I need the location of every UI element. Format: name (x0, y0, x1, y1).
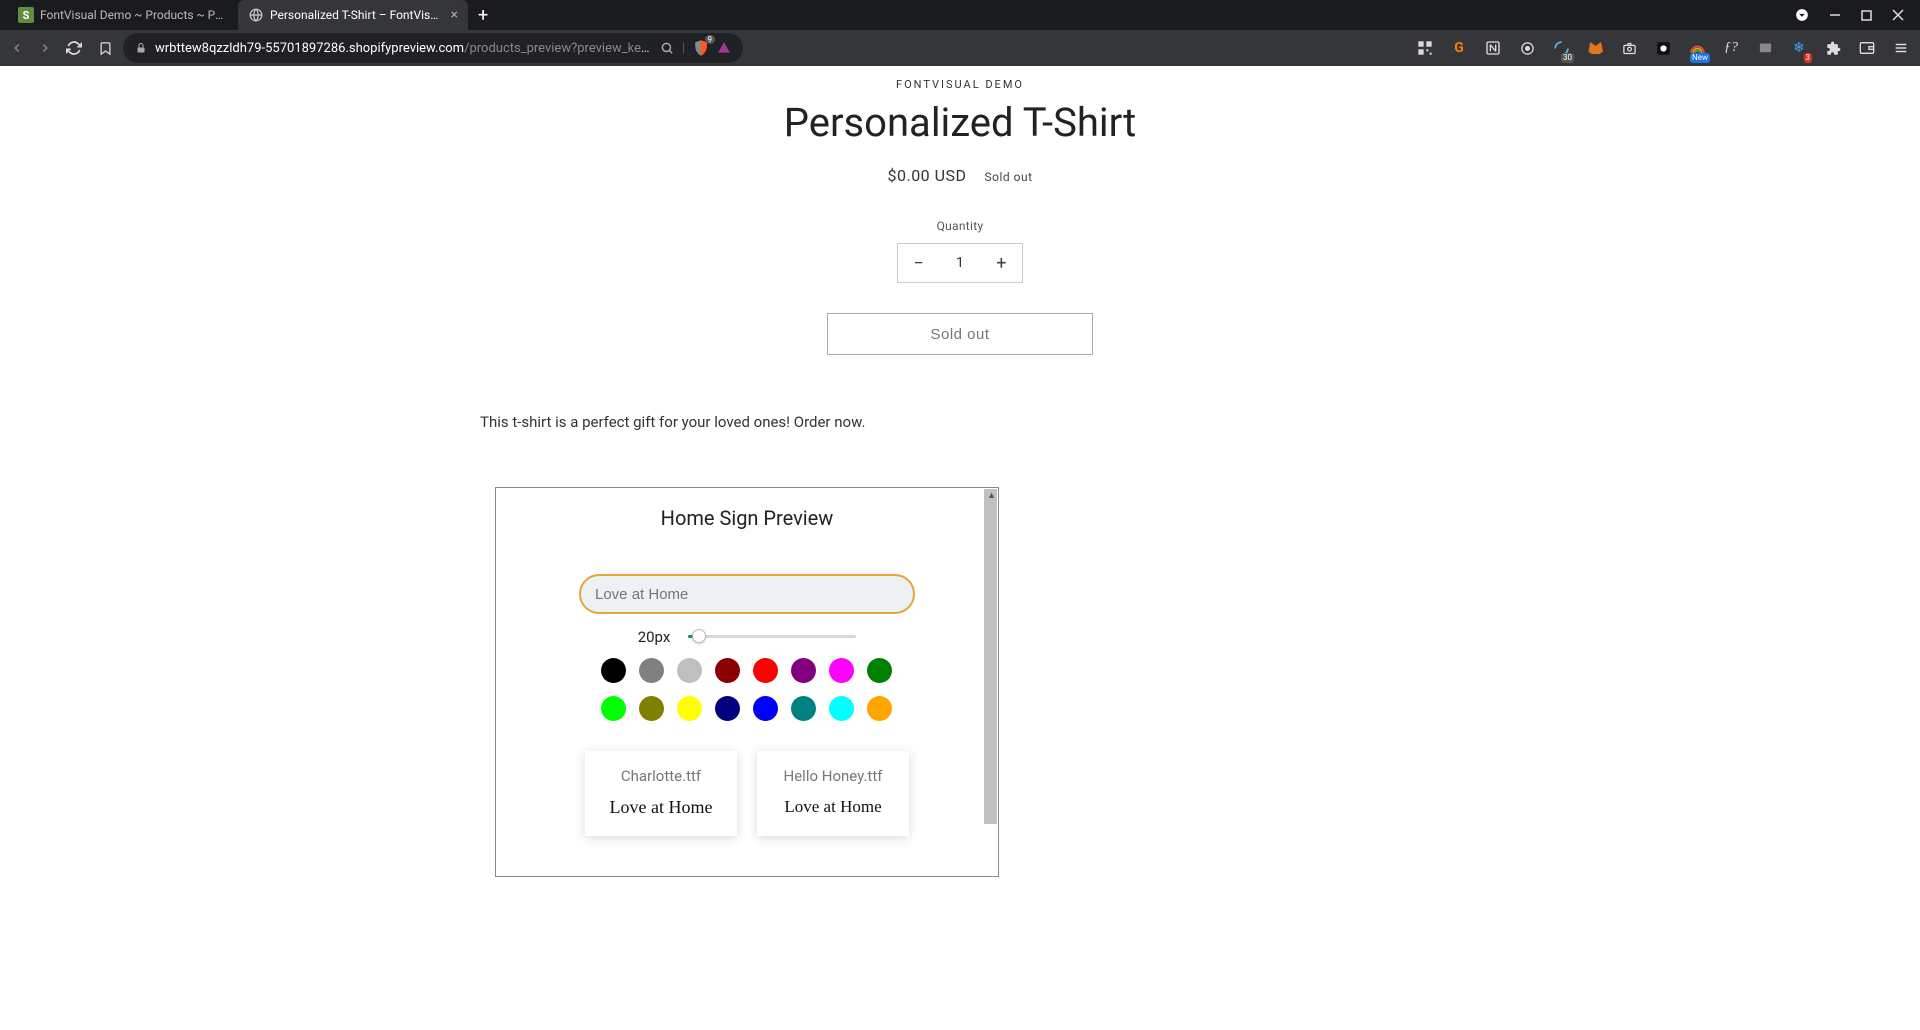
color-swatch[interactable] (715, 696, 740, 721)
size-row: 20px (496, 628, 998, 646)
color-swatch[interactable] (639, 658, 664, 683)
sold-out-tag: Sold out (984, 170, 1032, 184)
color-swatch[interactable] (677, 696, 702, 721)
extensions-icon[interactable] (1824, 39, 1842, 57)
url-text: wrbttew8qzzldh79-55701897286.shopifyprev… (155, 41, 652, 56)
ext-circle-icon[interactable] (1518, 39, 1536, 57)
color-swatch[interactable] (677, 658, 702, 683)
nav-buttons (10, 40, 82, 56)
font-name: Charlotte.ttf (595, 767, 727, 785)
slider-thumb[interactable] (692, 629, 706, 643)
font-card[interactable]: Charlotte.ttf Love at Home (585, 751, 737, 836)
ext-notion-icon[interactable] (1484, 39, 1502, 57)
url-host: wrbttew8qzzldh79-55701897286.shopifyprev… (155, 41, 464, 56)
font-sample: Love at Home (595, 797, 727, 818)
preview-widget: ▲ Home Sign Preview 20px Charlotte.ttf Lo… (495, 487, 999, 877)
sold-out-button[interactable]: Sold out (827, 313, 1093, 355)
browser-chrome: S FontVisual Demo ~ Products ~ Person Pe… (0, 0, 1920, 66)
color-swatch[interactable] (867, 696, 892, 721)
forward-icon[interactable] (38, 41, 52, 55)
window-controls (1795, 8, 1920, 22)
ext-chat-icon[interactable] (1756, 39, 1774, 57)
ext-alert-badge: 3 (1804, 53, 1813, 63)
size-slider[interactable] (688, 635, 856, 639)
qty-value: 1 (939, 255, 980, 271)
maximize-icon[interactable] (1861, 10, 1872, 21)
color-swatch[interactable] (601, 658, 626, 683)
price-row: $0.00 USD Sold out (0, 166, 1920, 185)
ext-metamask-icon[interactable] (1586, 39, 1604, 57)
qty-decrease-button[interactable]: − (898, 253, 939, 274)
color-swatches (597, 658, 897, 721)
color-swatch[interactable] (753, 658, 778, 683)
tab-bar: S FontVisual Demo ~ Products ~ Person Pe… (0, 0, 1920, 30)
color-swatch[interactable] (753, 696, 778, 721)
ext-camera-icon[interactable] (1620, 39, 1638, 57)
minimize-icon[interactable] (1829, 9, 1841, 21)
size-label: 20px (638, 628, 671, 646)
close-tab-icon[interactable]: × (451, 7, 458, 23)
close-window-icon[interactable] (1892, 9, 1904, 21)
lock-icon (135, 42, 147, 54)
url-path: /products_preview?preview_key... (464, 41, 652, 56)
ext-calendar-badge: 30 (1561, 53, 1574, 63)
preview-title: Home Sign Preview (496, 506, 998, 530)
price: $0.00 USD (887, 166, 966, 185)
menu-icon[interactable] (1892, 39, 1910, 57)
page-viewport[interactable]: FONTVISUAL DEMO Personalized T-Shirt $0.… (0, 66, 1920, 1030)
ext-new-badge: New (1690, 53, 1710, 63)
slider-track (688, 635, 856, 638)
preview-scrollbar[interactable] (984, 489, 997, 824)
quantity-stepper: − 1 + (897, 243, 1023, 283)
extensions-row: G 30 New ƒ? ❄3 (1416, 39, 1910, 57)
font-name: Hello Honey.ttf (767, 767, 899, 785)
color-swatch[interactable] (829, 658, 854, 683)
color-swatch[interactable] (829, 696, 854, 721)
profile-icon[interactable] (1795, 8, 1809, 22)
ext-calendar-icon[interactable]: 30 (1552, 39, 1570, 57)
ext-rainbow-icon[interactable]: New (1688, 39, 1706, 57)
reload-icon[interactable] (66, 40, 82, 56)
shield-count: 9 (705, 35, 716, 44)
back-icon[interactable] (10, 41, 24, 55)
brave-shield-icon[interactable]: 9 (693, 39, 709, 57)
font-cards: Charlotte.ttfLove at HomeHello Honey.ttf… (496, 751, 998, 836)
color-swatch[interactable] (715, 658, 740, 683)
font-card[interactable]: Hello Honey.ttf Love at Home (757, 751, 909, 836)
product-title: Personalized T-Shirt (0, 99, 1920, 146)
product-description: This t-shirt is a perfect gift for your … (460, 413, 1460, 431)
color-swatch[interactable] (639, 696, 664, 721)
tab-title: Personalized T-Shirt – FontVisual (270, 8, 441, 22)
scroll-up-icon[interactable]: ▲ (987, 490, 996, 501)
color-swatch[interactable] (791, 696, 816, 721)
color-swatch[interactable] (791, 658, 816, 683)
tab-inactive[interactable]: S FontVisual Demo ~ Products ~ Person (8, 0, 238, 30)
color-swatch[interactable] (601, 696, 626, 721)
new-tab-button[interactable]: + (468, 5, 498, 26)
ext-function-icon[interactable]: ƒ? (1722, 39, 1740, 57)
color-swatch[interactable] (867, 658, 892, 683)
tab-title: FontVisual Demo ~ Products ~ Person (40, 8, 228, 22)
divider: | (682, 41, 685, 56)
qty-increase-button[interactable]: + (981, 253, 1022, 274)
ext-qr-icon[interactable] (1416, 39, 1434, 57)
ext-snowflake-icon[interactable]: ❄3 (1790, 39, 1808, 57)
globe-favicon (248, 7, 264, 23)
address-bar: wrbttew8qzzldh79-55701897286.shopifyprev… (0, 30, 1920, 66)
preview-text-input[interactable] (579, 574, 915, 614)
shopify-favicon: S (18, 7, 34, 23)
ext-grammarly-icon[interactable]: G (1450, 39, 1468, 57)
bookmark-icon[interactable] (98, 41, 113, 56)
brave-rewards-icon[interactable] (717, 41, 731, 55)
tab-active[interactable]: Personalized T-Shirt – FontVisual × (238, 0, 468, 30)
font-sample: Love at Home (767, 797, 899, 817)
search-icon[interactable] (660, 41, 674, 55)
wallet-icon[interactable] (1858, 39, 1876, 57)
quantity-label: Quantity (0, 219, 1920, 233)
ext-record-icon[interactable] (1654, 39, 1672, 57)
url-input[interactable]: wrbttew8qzzldh79-55701897286.shopifyprev… (123, 33, 743, 63)
product-page: FONTVISUAL DEMO Personalized T-Shirt $0.… (0, 66, 1920, 877)
store-name: FONTVISUAL DEMO (0, 78, 1920, 91)
